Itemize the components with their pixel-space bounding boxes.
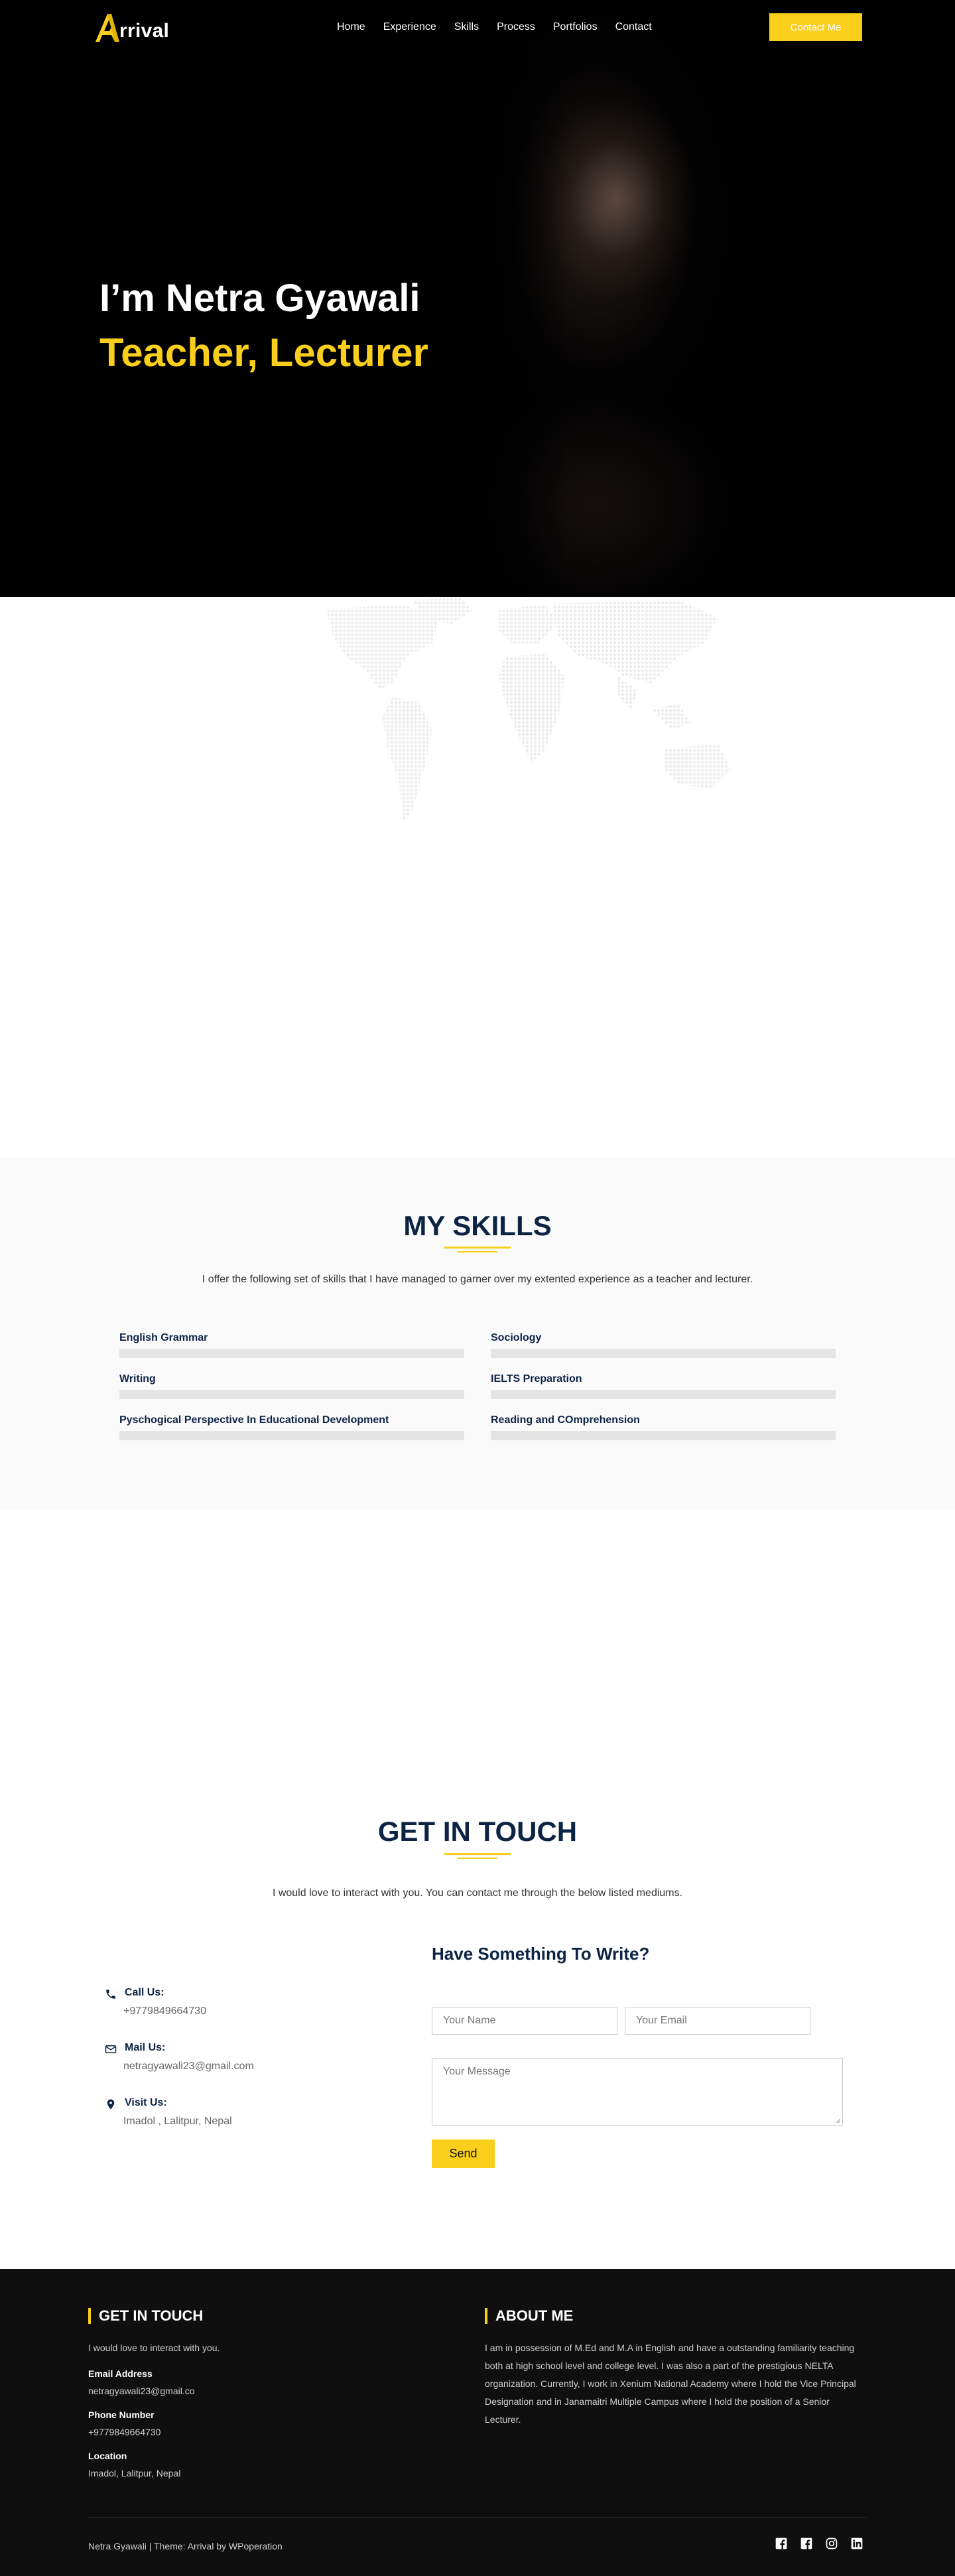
contact-description: I would love to interact with you. You c… [272, 1887, 683, 1899]
nav-home[interactable]: Home [337, 20, 365, 34]
form-title: Have Something To Write? [432, 1944, 650, 1964]
skill-progress-bar [491, 1431, 836, 1440]
phone-icon [106, 1990, 115, 1999]
nav-contact[interactable]: Contact [615, 20, 652, 34]
footer-intro: I would love to interact with you. [88, 2342, 220, 2353]
skill-progress-bar [119, 1431, 464, 1440]
message-textarea[interactable]: Your Message [432, 2058, 843, 2126]
logo-a-icon [96, 14, 119, 42]
skill-progress-bar [119, 1390, 464, 1399]
social-links [775, 2537, 863, 2550]
mail-icon [105, 2045, 117, 2053]
contact-section: GET IN TOUCH I would love to interact wi… [0, 1509, 955, 2269]
skill-progress-bar [119, 1349, 464, 1358]
visit-value: Imadol , Lalitpur, Nepal [123, 2116, 232, 2127]
nav-experience[interactable]: Experience [383, 20, 436, 34]
skills-description: I offer the following set of skills that… [202, 1274, 753, 1285]
skill-name: Reading and COmprehension [491, 1414, 640, 1426]
send-button[interactable]: Send [432, 2139, 495, 2168]
phone-label: Call Us: [125, 1987, 164, 1998]
instagram-icon[interactable] [825, 2537, 838, 2550]
nav-portfolios[interactable]: Portfolios [553, 20, 598, 34]
skills-section: MY SKILLS I offer the following set of s… [0, 1158, 955, 1509]
linkedin-icon[interactable] [850, 2537, 863, 2550]
skill-item: Pyschogical Perspective In Educational D… [119, 1414, 464, 1440]
facebook-square-icon[interactable] [800, 2537, 813, 2550]
contact-me-button[interactable]: Contact Me [769, 13, 862, 41]
contact-title: GET IN TOUCH [377, 1816, 578, 1847]
footer-email-label: Email Address [88, 2368, 153, 2379]
visit-label: Visit Us: [125, 2097, 167, 2108]
facebook-icon[interactable] [775, 2537, 788, 2550]
main-nav: Home Experience Skills Process Portfolio… [337, 20, 670, 34]
skill-item: Sociology [491, 1331, 836, 1358]
message-placeholder: Your Message [443, 2066, 511, 2077]
phone-value: +9779849664730 [123, 2005, 207, 2017]
skill-name: English Grammar [119, 1332, 208, 1343]
site-logo[interactable]: rrival [93, 9, 169, 46]
mail-label: Mail Us: [125, 2042, 166, 2053]
world-map-image [326, 597, 731, 823]
name-input[interactable]: Your Name [432, 2007, 617, 2035]
top-navbar: rrival Home Experience Skills Process Po… [93, 9, 862, 46]
footer-contact-column: GET IN TOUCH I would love to interact wi… [88, 2307, 420, 2480]
footer-about-text: I am in possession of M.Ed and M.A in En… [485, 2342, 856, 2425]
resize-grip-icon[interactable] [834, 2117, 841, 2124]
nav-skills[interactable]: Skills [454, 20, 479, 34]
footer-about-column: ABOUT ME I am in possession of M.Ed and … [485, 2307, 856, 2429]
hero-section: rrival Home Experience Skills Process Po… [0, 0, 955, 597]
skill-item: IELTS Preparation [491, 1373, 836, 1399]
footer-divider [88, 2517, 867, 2518]
footer-phone-label: Phone Number [88, 2409, 155, 2420]
skill-name: IELTS Preparation [491, 1373, 582, 1385]
location-pin-icon [107, 2099, 115, 2110]
footer-location-value: Imadol, Lalitpur, Nepal [88, 2468, 181, 2478]
hero-title: I’m Netra Gyawali [99, 277, 420, 320]
nav-process[interactable]: Process [497, 20, 535, 34]
contact-title-underline [444, 1853, 511, 1859]
hero-subtitle: Teacher, Lecturer [99, 330, 428, 375]
skill-progress-bar [491, 1349, 836, 1358]
site-footer: GET IN TOUCH I would love to interact wi… [0, 2269, 955, 2576]
email-input[interactable]: Your Email [625, 2007, 810, 2035]
skills-title-underline [444, 1247, 511, 1253]
logo-text: rrival [119, 20, 170, 42]
mail-value: netragyawali23@gmail.com [123, 2061, 254, 2072]
map-section [0, 597, 955, 1158]
skill-name: Pyschogical Perspective In Educational D… [119, 1414, 389, 1426]
skill-item: Writing [119, 1373, 464, 1399]
footer-contact-heading: GET IN TOUCH [88, 2307, 420, 2325]
skill-item: English Grammar [119, 1331, 464, 1358]
skill-name: Sociology [491, 1332, 542, 1343]
footer-phone-value[interactable]: +9779849664730 [88, 2425, 420, 2439]
skill-progress-bar [491, 1390, 836, 1399]
footer-email-value[interactable]: netragyawali23@gmail.co [88, 2384, 420, 2398]
footer-about-heading: ABOUT ME [485, 2307, 856, 2325]
footer-credit[interactable]: Netra Gyawali | Theme: Arrival by WPoper… [88, 2541, 283, 2551]
skill-item: Reading and COmprehension [491, 1414, 836, 1440]
footer-location-label: Location [88, 2451, 127, 2461]
skill-name: Writing [119, 1373, 156, 1385]
skills-title: MY SKILLS [403, 1210, 552, 1241]
